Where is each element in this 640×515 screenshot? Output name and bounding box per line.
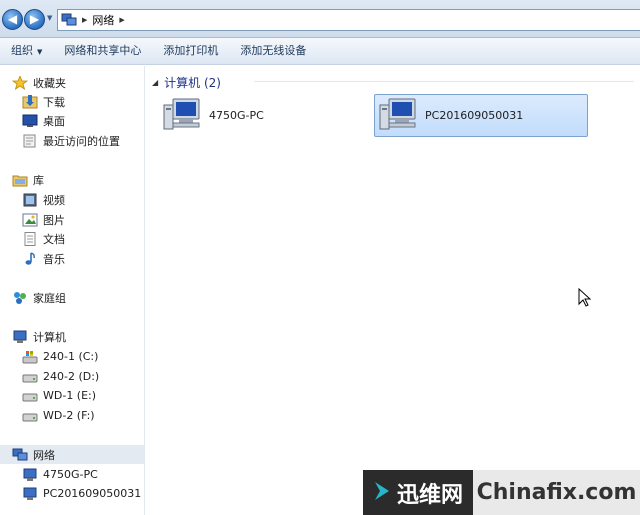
sidebar-label: 4750G-PC xyxy=(43,468,98,481)
group-title: 计算机 (2) xyxy=(164,76,221,90)
recent-places-icon xyxy=(22,134,38,148)
hard-drive-icon xyxy=(22,389,38,403)
sidebar-label: 收藏夹 xyxy=(33,76,66,90)
group-header-computers[interactable]: ◢ 计算机 (2) xyxy=(152,74,221,91)
sidebar-label: 最近访问的位置 xyxy=(43,134,120,148)
network-icon xyxy=(61,13,77,27)
network-computer-tile[interactable]: 4750G-PC xyxy=(158,94,358,137)
watermark-logo: 迅维网 xyxy=(363,470,473,515)
sidebar-item-drive-d[interactable]: 240-2 (D:) xyxy=(22,367,99,386)
computer-icon xyxy=(22,487,38,501)
sidebar-item-desktop[interactable]: 桌面 xyxy=(22,111,65,130)
sidebar-label: 网络 xyxy=(33,448,55,462)
sidebar-item-documents[interactable]: 文档 xyxy=(22,229,65,248)
sidebar-label: 计算机 xyxy=(33,330,66,344)
sidebar-item-network-pc-1[interactable]: 4750G-PC xyxy=(22,465,98,484)
network-center-button[interactable]: 网络和共享中心 xyxy=(53,40,152,62)
address-row: ◀ ▶ ▼ ▶ 网络 ▶ xyxy=(0,0,640,38)
back-button[interactable]: ◀ xyxy=(2,9,23,30)
document-icon xyxy=(22,231,38,246)
sidebar-label: 音乐 xyxy=(43,252,65,266)
sidebar-item-downloads[interactable]: 下载 xyxy=(22,92,65,111)
collapse-triangle-icon[interactable]: ◢ xyxy=(152,78,158,87)
organize-label: 组织 xyxy=(11,44,33,57)
computer-name: 4750G-PC xyxy=(209,109,264,122)
sidebar-item-drive-f[interactable]: WD-2 (F:) xyxy=(22,406,95,425)
breadcrumb-network[interactable]: 网络 xyxy=(92,12,114,28)
sidebar-item-network[interactable]: 网络 xyxy=(0,445,144,464)
sidebar-label: WD-2 (F:) xyxy=(43,409,95,422)
computer-icon xyxy=(163,97,203,135)
picture-icon xyxy=(22,213,38,227)
library-folder-icon xyxy=(12,173,28,187)
hard-drive-icon xyxy=(22,409,38,423)
sidebar-label: 图片 xyxy=(43,213,65,227)
chevron-down-icon: ▼ xyxy=(37,48,43,56)
network-icon xyxy=(12,448,28,462)
sidebar-label: 240-2 (D:) xyxy=(43,370,100,383)
sidebar-item-drive-e[interactable]: WD-1 (E:) xyxy=(22,386,96,405)
chevron-right-icon[interactable]: ▶ xyxy=(119,16,124,24)
sidebar-label: 视频 xyxy=(43,193,65,207)
forward-button[interactable]: ▶ xyxy=(24,9,45,30)
organize-button[interactable]: 组织 ▼ xyxy=(0,40,53,62)
computer-icon xyxy=(379,97,419,135)
sidebar-label: WD-1 (E:) xyxy=(43,389,97,402)
desktop-icon xyxy=(22,114,38,128)
sidebar-item-network-pc-2[interactable]: PC201609050031 xyxy=(22,484,141,503)
music-note-icon xyxy=(22,251,38,266)
sidebar-item-pictures[interactable]: 图片 xyxy=(22,210,65,229)
watermark-domain-box: Chinafix.com xyxy=(473,470,640,515)
homegroup-icon xyxy=(12,291,28,305)
sidebar-label: 库 xyxy=(33,173,44,187)
address-box[interactable]: ▶ 网络 ▶ xyxy=(57,9,640,31)
add-printer-button[interactable]: 添加打印机 xyxy=(152,40,229,62)
sidebar-label: 文档 xyxy=(43,232,65,246)
sidebar-item-music[interactable]: 音乐 xyxy=(22,249,65,268)
recent-pages-dropdown[interactable]: ▼ xyxy=(47,14,56,23)
sidebar-label: 家庭组 xyxy=(33,291,66,305)
sidebar-item-favorites[interactable]: 收藏夹 xyxy=(11,73,66,92)
sidebar-item-recent[interactable]: 最近访问的位置 xyxy=(22,131,120,150)
sidebar-item-homegroup[interactable]: 家庭组 xyxy=(12,288,66,307)
sidebar-item-drive-c[interactable]: 240-1 (C:) xyxy=(22,347,98,366)
sidebar-item-libraries[interactable]: 库 xyxy=(12,170,44,189)
downloads-folder-icon xyxy=(22,94,38,109)
hard-drive-icon xyxy=(22,370,38,384)
network-computer-tile[interactable]: PC201609050031 xyxy=(374,94,588,137)
sidebar-label: 240-1 (C:) xyxy=(43,350,99,363)
sidebar-label: 桌面 xyxy=(43,114,65,128)
chevron-right-icon[interactable]: ▶ xyxy=(82,16,87,24)
group-divider xyxy=(254,81,634,82)
command-bar: 组织 ▼ 网络和共享中心 添加打印机 添加无线设备 xyxy=(0,38,640,65)
watermark-brand: 迅维网 xyxy=(396,482,463,508)
system-drive-icon xyxy=(22,350,38,364)
file-list-view: ◢ 计算机 (2) 4750G-PC PC201609050031 xyxy=(146,66,640,515)
add-wireless-button[interactable]: 添加无线设备 xyxy=(229,40,317,62)
computer-icon xyxy=(12,330,28,344)
play-arrow-icon xyxy=(373,480,391,505)
mouse-pointer-icon xyxy=(578,287,592,308)
navigation-pane: 收藏夹 下载 桌面 最近访问的位置 库 视频 图片 文档 音乐 家庭组 计算机 … xyxy=(0,66,145,515)
video-icon xyxy=(22,193,38,207)
sidebar-item-computer[interactable]: 计算机 xyxy=(12,327,66,346)
star-icon xyxy=(11,74,29,90)
sidebar-label: PC201609050031 xyxy=(43,487,142,500)
sidebar-label: 下载 xyxy=(43,95,65,109)
computer-name: PC201609050031 xyxy=(425,109,524,122)
sidebar-item-videos[interactable]: 视频 xyxy=(22,190,65,209)
watermark-domain: Chinafix.com xyxy=(476,480,637,505)
computer-icon xyxy=(22,468,38,482)
